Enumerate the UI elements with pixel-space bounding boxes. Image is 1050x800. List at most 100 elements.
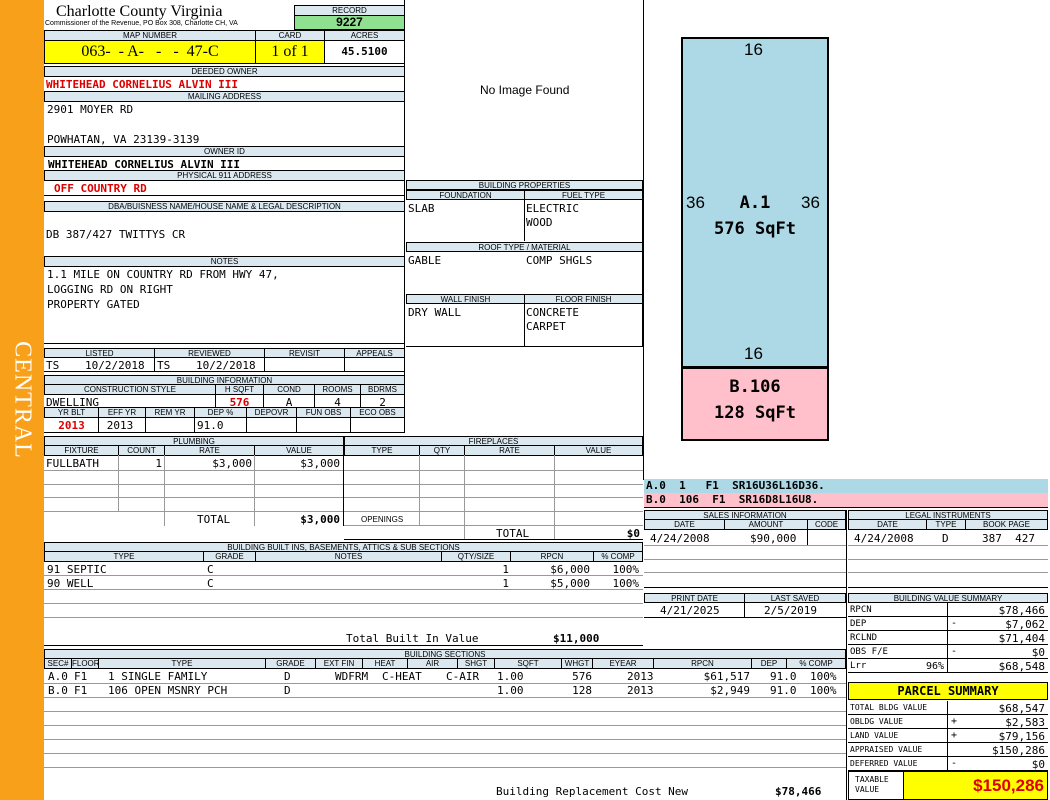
hsqft-label: H SQFT — [215, 384, 264, 395]
built-ins-total-label: Total Built In Value — [346, 632, 479, 645]
plumbing-row-value: $3,000 — [300, 457, 340, 470]
dep-label: DEP % — [194, 407, 247, 418]
sales-date-header: DATE — [644, 519, 725, 530]
last-saved-value: 2/5/2019 — [764, 604, 817, 617]
taxable-label-line1: TAXABLE — [855, 775, 889, 784]
floor-finish-label: FLOOR FINISH — [524, 294, 643, 304]
sections-header: FLOOR — [71, 658, 99, 669]
sections-header: TYPE — [98, 658, 266, 669]
notes-label: NOTES — [44, 256, 405, 267]
owner-id-label: OWNER ID — [44, 146, 405, 157]
section-pct: 100% — [810, 684, 837, 697]
parcel-divider — [947, 743, 948, 757]
sections-header: DEP — [751, 658, 787, 669]
sketch-a-area: 576 SqFt — [714, 219, 796, 239]
wall-finish-value: DRY WALL — [408, 306, 461, 319]
parcel-divider — [947, 729, 948, 743]
record-value: 9227 — [294, 15, 405, 30]
sections-header: SQFT — [494, 658, 562, 669]
floor-finish-value-1: CONCRETE — [526, 306, 579, 319]
fireplaces-value-header: VALUE — [554, 445, 643, 456]
section-sqft: 128 — [572, 684, 592, 697]
value-summary-row-label: RCLND — [850, 633, 878, 643]
parcel-row-label: TOTAL BLDG VALUE — [850, 703, 928, 712]
value-summary-divider — [947, 631, 948, 645]
value-summary-divider — [947, 603, 948, 617]
parcel-row-value: $79,156 — [998, 730, 1045, 743]
print-date-value: 4/21/2025 — [660, 604, 720, 617]
fuel-value-1: ELECTRIC — [526, 202, 579, 215]
value-summary-row-value: $7,062 — [1005, 618, 1045, 631]
ecoobs-label: ECO OBS — [350, 407, 405, 418]
map-number-value: 063- - A- - - 47-C — [44, 40, 256, 64]
funobs-label: FUN OBS — [296, 407, 351, 418]
appeals-label: APPEALS — [344, 348, 405, 358]
sketch-b-label: B.106 — [729, 377, 781, 397]
construction-style-label: CONSTRUCTION STYLE — [44, 384, 216, 395]
dep-value: 91.0 — [197, 419, 224, 432]
fuel-type-label: FUEL TYPE — [524, 190, 643, 200]
last-saved-label: LAST SAVED — [744, 593, 846, 603]
roof-value-2: COMP SHGLS — [526, 254, 593, 267]
parcel-row-label: APPRAISED VALUE — [850, 745, 923, 754]
county-subtitle: Commissioner of the Revenue, PO Box 308,… — [45, 20, 238, 27]
value-summary-row-label: Lrr — [850, 661, 867, 671]
value-summary-row-label: OBS F/E — [850, 647, 888, 657]
sketch-code-a: A.0 1 F1 SR16U36L16D36. — [644, 479, 1048, 493]
built-ins-pct-header: % COMP — [593, 551, 643, 562]
value-summary-row-pct: 96% — [925, 661, 944, 672]
parcel-divider — [947, 757, 948, 771]
section-type: 1 SINGLE FAMILY — [108, 670, 208, 683]
replacement-cost-value: $78,466 — [775, 785, 822, 798]
legal-date-header: DATE — [848, 519, 927, 530]
value-summary-label: BUILDING VALUE SUMMARY — [848, 593, 1048, 603]
section-floor: F1 — [74, 670, 88, 683]
section-type: 106 OPEN MSNRY PCH — [108, 684, 228, 697]
value-summary-divider — [947, 645, 948, 659]
value-summary-row-sign: - — [951, 646, 958, 657]
taxable-value: $150,286 — [903, 771, 1048, 800]
print-date-label: PRINT DATE — [644, 593, 745, 603]
parcel-row-value: $150,286 — [992, 744, 1045, 757]
section-sec: A.0 — [48, 670, 68, 683]
plumbing-total-label: TOTAL — [197, 513, 231, 526]
section-dep: 91.0 — [770, 684, 797, 697]
sections-header: SHGT — [457, 658, 495, 669]
yrblt-value: 2013 — [58, 419, 85, 432]
revisit-label: REVISIT — [264, 348, 345, 358]
yrblt-label: YR BLT — [44, 407, 99, 418]
mailing-line1: 2901 MOYER RD — [47, 103, 134, 116]
sections-header: % COMP — [786, 658, 846, 669]
sketch-a-label: A.1 — [739, 193, 771, 213]
effyr-value: 2013 — [106, 419, 134, 432]
remyr-label: REM YR — [145, 407, 195, 418]
bdrms-label: BDRMS — [360, 384, 405, 395]
section-floor: F1 — [74, 684, 88, 697]
parcel-row-value: $0 — [1031, 758, 1045, 771]
parcel-row-sign: - — [951, 758, 958, 769]
fireplaces-rate-header: RATE — [464, 445, 555, 456]
plumbing-row-count: 1 — [155, 457, 162, 470]
physical-address-label: PHYSICAL 911 ADDRESS — [44, 170, 405, 181]
replacement-cost-label: Building Replacement Cost New — [496, 785, 689, 798]
building-props-label: BUILDING PROPERTIES — [406, 180, 643, 190]
section-ext-fin: WDFRM — [335, 670, 369, 683]
legal-type-header: TYPE — [926, 519, 966, 530]
legal-date: 4/24/2008 — [854, 532, 914, 545]
acres-value: 45.5100 — [324, 40, 405, 64]
mailing-address-label: MAILING ADDRESS — [44, 91, 405, 102]
foundation-label: FOUNDATION — [406, 190, 525, 200]
value-summary-divider — [947, 617, 948, 631]
parcel-divider — [947, 715, 948, 729]
section-eyear: 2013 — [627, 670, 654, 683]
fireplaces-openings-label: OPENINGS — [361, 515, 404, 524]
deeded-owner-value: WHITEHEAD CORNELIUS ALVIN III — [46, 78, 239, 91]
notes-line2: LOGGING RD ON RIGHT — [47, 283, 173, 296]
taxable-label: TAXABLE VALUE — [848, 771, 904, 800]
plumbing-count-header: COUNT — [118, 445, 165, 456]
foundation-value: SLAB — [408, 202, 435, 215]
card-value: 1 of 1 — [255, 40, 325, 64]
legal-desc-label: DBA/BUISNESS NAME/HOUSE NAME & LEGAL DES… — [44, 201, 405, 212]
value-summary-row-value: $68,548 — [998, 660, 1045, 673]
parcel-row-label: OBLDG VALUE — [850, 717, 903, 726]
